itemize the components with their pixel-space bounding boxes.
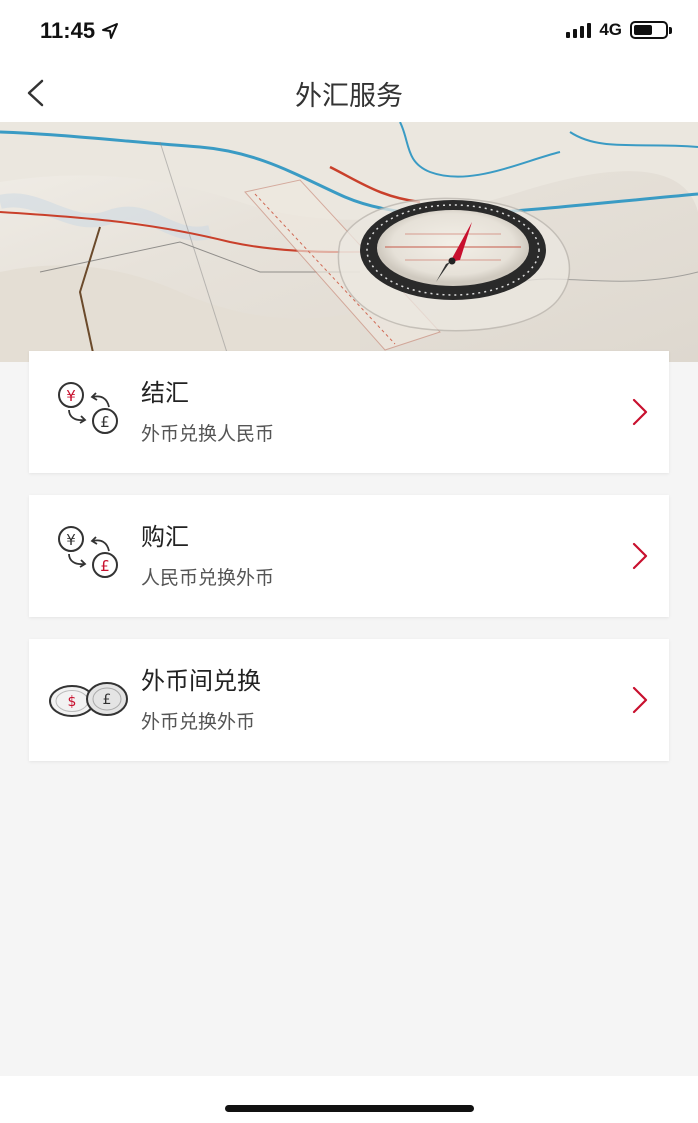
svg-text:£: £	[100, 413, 110, 431]
map-illustration	[0, 122, 698, 362]
chevron-right-icon	[632, 542, 648, 570]
page-title: 外汇服务	[295, 81, 403, 112]
service-subtitle: 外币兑换人民币	[141, 423, 275, 445]
banner-map-compass-image	[0, 122, 698, 362]
svg-text:¥: ¥	[66, 387, 76, 405]
nav-bar: 外汇服务	[0, 62, 698, 122]
home-indicator-area	[0, 1076, 698, 1123]
service-title: 购汇	[141, 523, 189, 551]
dollar-pound-coins-icon: $ £	[49, 682, 128, 717]
service-title: 外币间兑换	[141, 667, 261, 695]
chevron-right-icon	[632, 398, 648, 426]
network-type: 4G	[599, 20, 622, 39]
service-card-settlement[interactable]: ¥ £ 结汇 外币兑换人民币	[29, 351, 669, 473]
service-subtitle: 外币兑换外币	[141, 711, 256, 733]
status-time-group: 11:45	[40, 18, 119, 44]
home-indicator[interactable]	[225, 1105, 474, 1112]
signal-icon	[566, 22, 592, 38]
service-card-cross-currency[interactable]: $ £ 外币间兑换 外币兑换外币	[29, 639, 669, 761]
service-title: 结汇	[141, 379, 189, 407]
status-bar: 11:45 4G	[0, 0, 698, 62]
battery-icon	[630, 21, 672, 39]
chevron-right-icon	[632, 686, 648, 714]
svg-text:£: £	[100, 557, 110, 575]
service-subtitle: 人民币兑换外币	[141, 567, 275, 589]
status-time: 11:45	[40, 18, 96, 43]
service-card-purchase[interactable]: ¥ £ 购汇 人民币兑换外币	[29, 495, 669, 617]
yuan-to-pound-exchange-icon: ¥ £	[58, 382, 118, 434]
svg-text:£: £	[103, 692, 112, 708]
location-arrow-icon	[102, 23, 119, 39]
svg-text:¥: ¥	[66, 531, 76, 549]
svg-text:$: $	[68, 694, 77, 710]
status-indicators: 4G	[566, 20, 672, 40]
yuan-to-pound-purchase-icon: ¥ £	[58, 526, 118, 578]
